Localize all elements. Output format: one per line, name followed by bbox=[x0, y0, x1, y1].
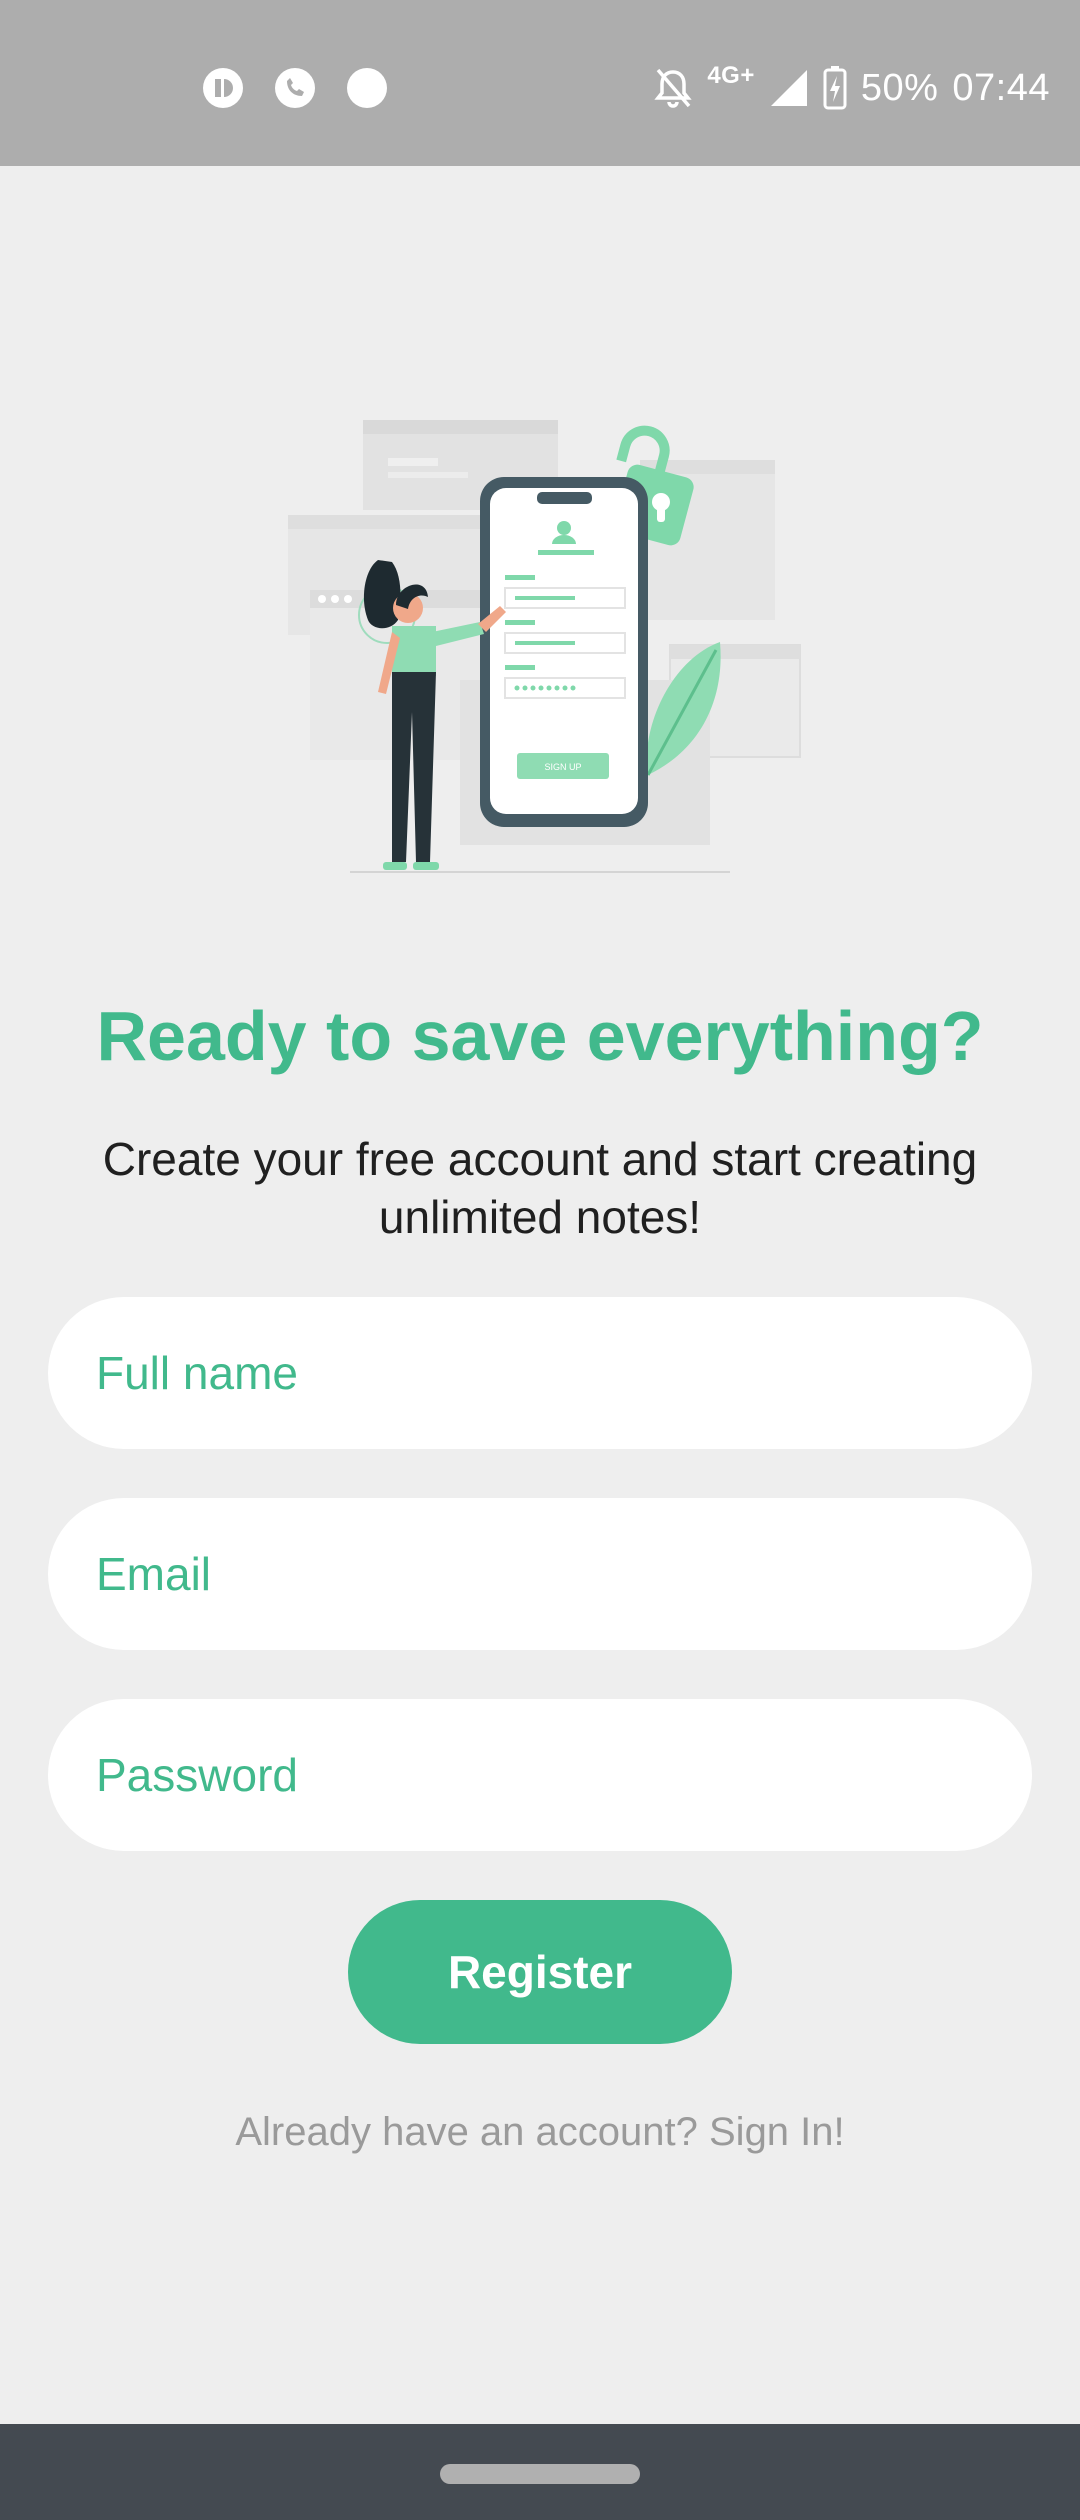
password-input[interactable] bbox=[48, 1699, 1032, 1851]
page-subtitle: Create your free account and start creat… bbox=[102, 1133, 978, 1243]
app-icon bbox=[203, 68, 243, 108]
signup-illustration: SIGN UP bbox=[288, 420, 801, 873]
phone-icon bbox=[275, 68, 315, 108]
status-bar: 4G+ 50% 07:44 bbox=[0, 0, 1080, 166]
battery-percent: 50% bbox=[860, 66, 939, 109]
battery-icon bbox=[823, 66, 847, 110]
illustration-signup-text: SIGN UP bbox=[544, 762, 581, 772]
page-title: Ready to save everything? bbox=[96, 997, 984, 1075]
dot-icon bbox=[347, 68, 387, 108]
clock: 07:44 bbox=[952, 66, 1050, 109]
signal-icon bbox=[770, 70, 807, 106]
email-input[interactable] bbox=[48, 1498, 1032, 1650]
sign-in-link[interactable]: Already have an account? Sign In! bbox=[0, 2110, 1080, 2155]
navigation-bar bbox=[0, 2424, 1080, 2520]
home-gesture-handle[interactable] bbox=[440, 2464, 640, 2484]
network-type: 4G+ bbox=[707, 62, 755, 89]
bell-off-icon bbox=[654, 68, 692, 108]
full-name-input[interactable] bbox=[48, 1297, 1032, 1449]
register-button[interactable]: Register bbox=[348, 1900, 732, 2044]
